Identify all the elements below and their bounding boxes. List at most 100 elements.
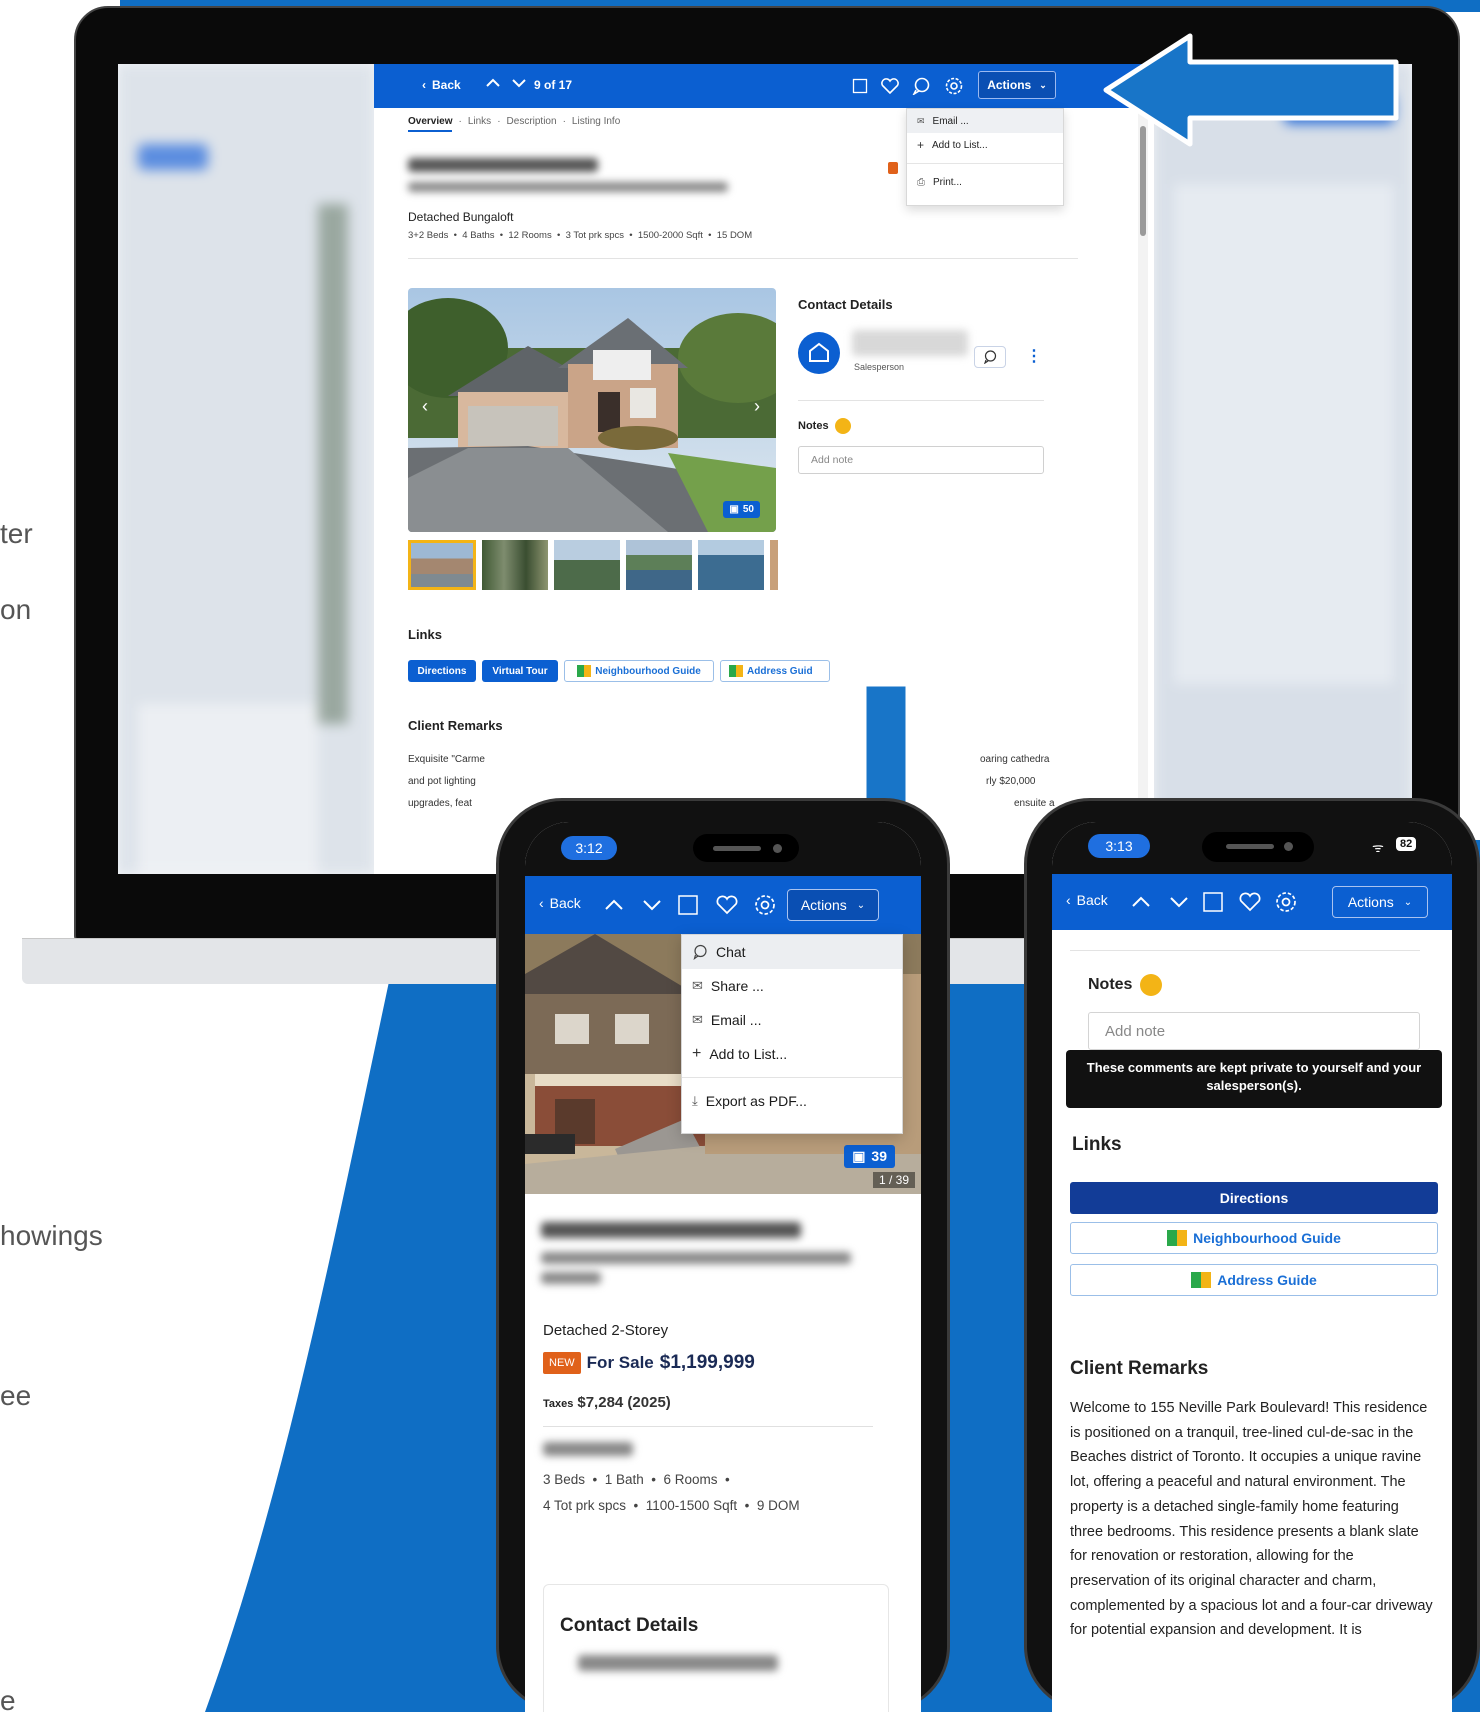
gear-icon	[945, 77, 963, 95]
directions-button[interactable]: Directions	[1070, 1182, 1438, 1214]
back-button[interactable]: ‹ Back	[539, 895, 581, 911]
remarks-fragment: ensuite a	[1014, 798, 1055, 809]
chevron-left-icon: ‹	[1066, 892, 1071, 908]
hero-photo[interactable]: ‹ › ▣ 50	[408, 288, 776, 532]
tab-listing-info[interactable]: Listing Info	[572, 116, 620, 132]
chevron-up-icon[interactable]	[603, 894, 625, 916]
thumbnail[interactable]	[554, 540, 620, 590]
remarks-text: Welcome to 155 Neville Park Boulevard! T…	[1070, 1400, 1433, 1639]
status-time: 3:13	[1088, 834, 1150, 858]
checkbox-icon[interactable]	[1202, 891, 1224, 913]
actions-button[interactable]: Actions ⌄	[787, 889, 879, 921]
left-blurred-panel	[118, 64, 374, 874]
chevron-down-icon: ⌄	[856, 899, 866, 911]
thumbnail[interactable]	[626, 540, 692, 590]
heart-icon[interactable]	[1238, 891, 1262, 913]
chevron-up-icon	[486, 78, 500, 87]
menu-item-share[interactable]: ✉ Share ...	[682, 969, 902, 1003]
actions-button[interactable]: Actions ⌄	[1332, 886, 1428, 918]
actions-button[interactable]: Actions ⌄	[978, 71, 1056, 99]
remarks-fragment: upgrades, feat	[408, 798, 472, 809]
neighbourhood-guide-button[interactable]: Neighbourhood Guide	[1070, 1222, 1438, 1254]
menu-item-chat[interactable]: Chat	[682, 935, 902, 969]
phone2-toolbar: ‹ Back Actions ⌄	[1052, 874, 1452, 930]
scrollbar-track[interactable]	[1138, 112, 1148, 872]
guide-logo-icon	[1191, 1272, 1212, 1288]
select-checkbox[interactable]	[852, 78, 868, 94]
agent-role: Salesperson	[854, 362, 905, 372]
property-type: Detached 2-Storey	[543, 1322, 669, 1339]
chevron-down-icon	[512, 79, 526, 88]
tab-links[interactable]: Links	[468, 116, 491, 132]
contact-heading: Contact Details	[560, 1615, 699, 1636]
settings-button[interactable]	[944, 76, 964, 96]
heart-icon[interactable]	[715, 894, 739, 916]
chat-button[interactable]	[912, 77, 930, 95]
chevron-up-icon[interactable]	[1130, 891, 1152, 913]
neighbourhood-guide-button[interactable]: Neighbourhood Guide	[564, 660, 714, 682]
agent-name-redacted	[852, 330, 968, 356]
virtual-tour-button[interactable]: Virtual Tour	[482, 660, 558, 682]
listing-panel: ‹ Back 9 of 17 Actions ⌄ Overview · Link…	[374, 64, 1154, 874]
envelope-icon: ✉	[917, 115, 925, 126]
guide-logo-icon	[1167, 1230, 1188, 1246]
tab-overview[interactable]: Overview	[408, 116, 453, 132]
more-options-icon[interactable]: ⋮	[1026, 346, 1042, 366]
remarks-heading: Client Remarks	[1070, 1358, 1209, 1379]
directions-button[interactable]: Directions	[408, 660, 476, 682]
bg-text-ter: ter	[0, 518, 33, 549]
gear-icon[interactable]	[753, 893, 777, 917]
next-listing-button[interactable]	[510, 74, 528, 92]
address-guide-button[interactable]: Address Guide	[1070, 1264, 1438, 1296]
back-button[interactable]: ‹ Back	[1066, 892, 1108, 908]
envelope-icon: ✉	[692, 1012, 703, 1027]
envelope-icon: ✉	[692, 978, 703, 993]
thumbnail[interactable]	[408, 540, 476, 590]
new-badge: NEW	[543, 1352, 581, 1374]
address-redacted	[404, 152, 774, 202]
tab-description[interactable]: Description	[507, 116, 557, 132]
phone1-screen: 3:12 ‹ Back Actions ⌄ ▣ 39 1 / 39 Chat ✉…	[525, 822, 921, 1712]
property-type: Detached Bungaloft	[408, 210, 514, 224]
menu-item-print[interactable]: ⎙ Print...	[907, 170, 1063, 194]
links-heading: Links	[408, 627, 442, 642]
status-bar: 3:12	[525, 822, 921, 876]
address-guide-button[interactable]: Address Guid	[720, 660, 830, 682]
menu-item-add-to-list[interactable]: + Add to List...	[682, 1037, 902, 1071]
notes-input[interactable]: Add note	[798, 446, 1044, 474]
chevron-down-icon[interactable]	[1168, 891, 1190, 913]
thumbnail[interactable]	[482, 540, 548, 590]
message-agent-button[interactable]	[974, 346, 1006, 368]
chat-bubble-icon	[693, 944, 707, 960]
prev-listing-button[interactable]	[484, 74, 502, 92]
property-specs: 3+2 Beds • 4 Baths • 12 Rooms • 3 Tot pr…	[408, 230, 753, 241]
info-icon[interactable]	[1140, 974, 1163, 996]
laptop-screen: ‹ Back 9 of 17 Actions ⌄ Overview · Link…	[118, 64, 1412, 874]
photo-count-badge[interactable]: ▣ 50	[723, 501, 760, 518]
phone1-toolbar: ‹ Back Actions ⌄	[525, 876, 921, 934]
sale-label: For Sale	[586, 1353, 654, 1372]
photo-count-badge[interactable]: ▣ 39	[844, 1145, 895, 1168]
menu-item-export-pdf[interactable]: ⤓ Export as PDF...	[682, 1084, 902, 1118]
mls-redacted	[543, 1442, 633, 1456]
menu-item-email[interactable]: ✉ Email ...	[682, 1003, 902, 1037]
notes-input[interactable]: Add note	[1088, 1012, 1420, 1050]
checkbox-icon[interactable]	[677, 894, 699, 916]
price: $1,199,999	[659, 1352, 755, 1373]
chevron-down-icon[interactable]	[641, 894, 663, 916]
favorite-button[interactable]	[880, 77, 900, 95]
gear-icon[interactable]	[1274, 890, 1298, 914]
menu-divider	[682, 1077, 902, 1078]
menu-item-email[interactable]: ✉ Email ...	[907, 109, 1063, 133]
back-button[interactable]: ‹ Back	[422, 78, 461, 92]
right-blurred-panel	[1154, 64, 1412, 874]
tab-separator: ·	[497, 116, 501, 127]
info-icon[interactable]	[834, 418, 851, 434]
thumbnail[interactable]	[770, 540, 778, 590]
bg-text-e: e	[0, 1685, 16, 1712]
divider	[798, 400, 1044, 401]
menu-divider	[907, 163, 1063, 164]
divider	[1070, 950, 1420, 951]
thumbnail[interactable]	[698, 540, 764, 590]
menu-item-add-to-list[interactable]: + Add to List...	[907, 133, 1063, 157]
